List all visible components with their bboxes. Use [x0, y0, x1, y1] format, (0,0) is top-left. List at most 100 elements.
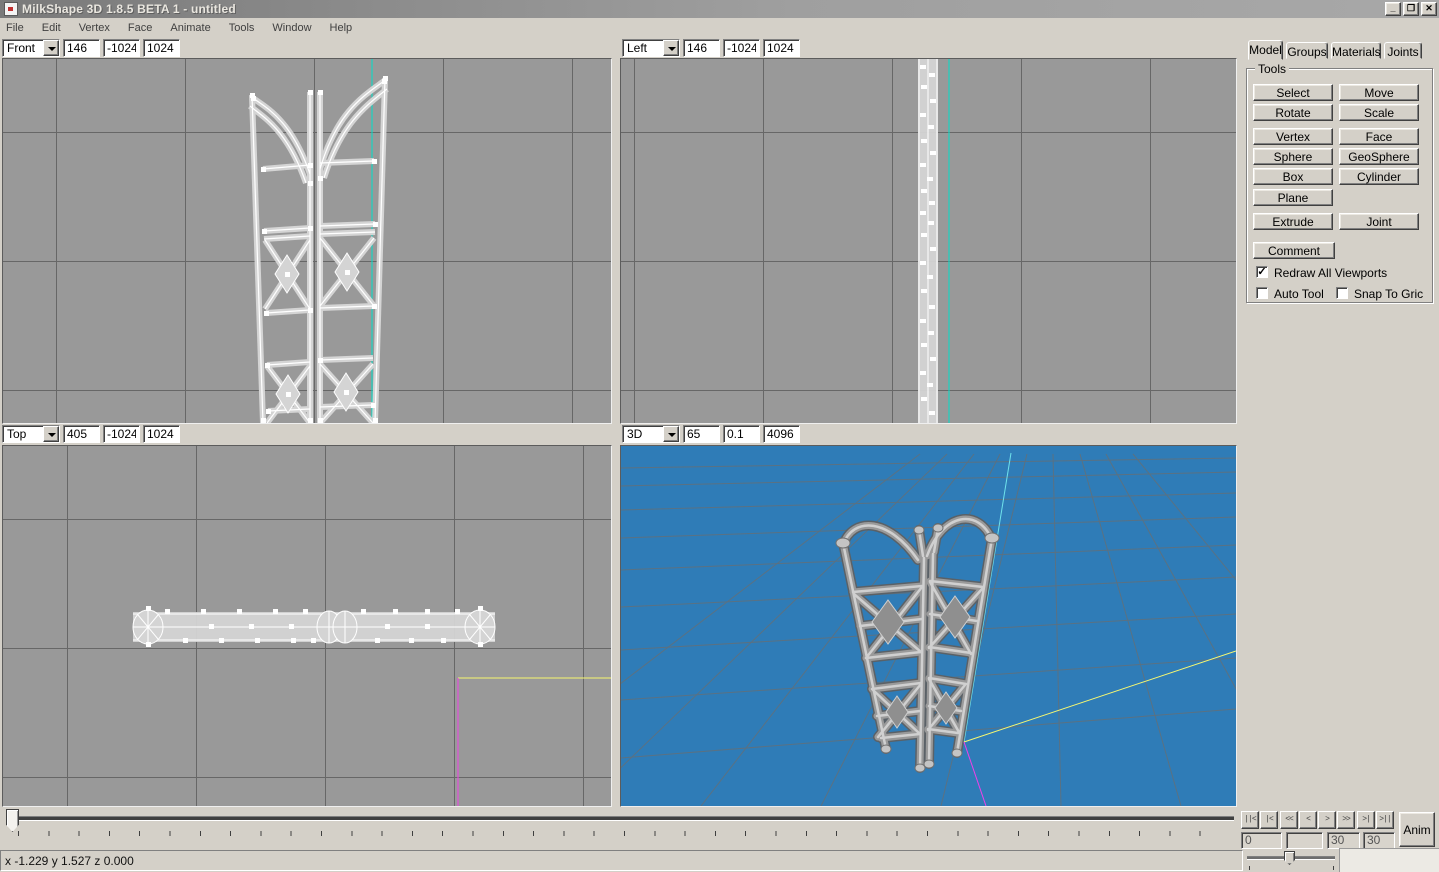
front-view-dropdown-button[interactable]: [43, 40, 59, 56]
face-button[interactable]: Face: [1339, 128, 1419, 145]
prev-keyframe-button-icon[interactable]: |<: [1260, 811, 1278, 829]
top-viewport-controls: Top: [2, 424, 180, 444]
3d-canvas: [621, 446, 1236, 806]
chevron-down-icon: [48, 47, 56, 51]
tools-groupbox-label: Tools: [1255, 62, 1289, 76]
top-near-field[interactable]: [103, 425, 140, 443]
go-first-frame-button-icon[interactable]: ||<: [1241, 811, 1259, 829]
front-view-select-value: Front: [7, 41, 35, 55]
left-far-field[interactable]: [763, 39, 800, 57]
menu-help[interactable]: Help: [330, 20, 362, 36]
front-view-select[interactable]: Front: [2, 39, 60, 57]
fps-field[interactable]: 30: [1363, 832, 1395, 849]
3d-view-select-value: 3D: [627, 427, 642, 441]
frame-field-2[interactable]: [1286, 832, 1323, 849]
rotate-button[interactable]: Rotate: [1253, 104, 1333, 121]
next-keyframe-button-icon[interactable]: >|: [1357, 811, 1375, 829]
menu-vertex[interactable]: Vertex: [79, 20, 119, 36]
title-bar: MilkShape 3D 1.8.5 BETA 1 - untitled _ ❐…: [0, 0, 1439, 18]
front-wireframe-canvas: [3, 59, 611, 423]
top-zoom-field[interactable]: [63, 425, 100, 443]
tab-joints[interactable]: Joints: [1384, 42, 1422, 59]
3d-view-select[interactable]: 3D: [622, 425, 680, 443]
comment-button[interactable]: Comment: [1253, 242, 1335, 259]
joint-button[interactable]: Joint: [1339, 213, 1419, 230]
milkshape-window: MilkShape 3D 1.8.5 BETA 1 - untitled _ ❐…: [0, 0, 1439, 872]
3d-view-dropdown-button[interactable]: [663, 426, 679, 442]
snap-to-grid-checkbox[interactable]: [1336, 287, 1348, 299]
left-view-select-value: Left: [627, 41, 647, 55]
left-wireframe-canvas: [621, 59, 1236, 423]
left-viewport[interactable]: [620, 58, 1237, 424]
3d-viewport[interactable]: [620, 445, 1237, 807]
snap-to-grid-label[interactable]: Snap To Gric: [1354, 287, 1423, 301]
cylinder-button[interactable]: Cylinder: [1339, 168, 1419, 185]
menu-tools[interactable]: Tools: [229, 20, 264, 36]
menu-window[interactable]: Window: [272, 20, 320, 36]
3d-fov-field[interactable]: [683, 425, 720, 443]
close-button-icon[interactable]: ✕: [1421, 2, 1437, 16]
bottom-right-panel: [1339, 848, 1439, 872]
minimize-button-icon[interactable]: _: [1385, 2, 1401, 16]
rewind-button-icon[interactable]: <<: [1280, 811, 1298, 829]
front-zoom-field[interactable]: [63, 39, 100, 57]
vertex-button[interactable]: Vertex: [1253, 128, 1333, 145]
status-bar: x -1.229 y 1.527 z 0.000: [0, 850, 1243, 871]
menu-face[interactable]: Face: [128, 20, 161, 36]
move-button[interactable]: Move: [1339, 84, 1419, 101]
timeline-ticks: [18, 831, 1230, 836]
top-wireframe-canvas: [3, 446, 611, 806]
coordinates-readout: x -1.229 y 1.527 z 0.000: [5, 854, 134, 868]
mini-slider-tick: [1249, 866, 1250, 870]
3d-far-field[interactable]: [763, 425, 800, 443]
go-last-frame-button-icon[interactable]: >||: [1376, 811, 1394, 829]
tab-materials[interactable]: Materials: [1331, 42, 1381, 59]
menu-animate[interactable]: Animate: [170, 20, 219, 36]
plane-button[interactable]: Plane: [1253, 189, 1333, 206]
tab-groups[interactable]: Groups: [1286, 42, 1328, 59]
sphere-button[interactable]: Sphere: [1253, 148, 1333, 165]
3d-near-field[interactable]: [723, 425, 760, 443]
top-far-field[interactable]: [143, 425, 180, 443]
left-zoom-field[interactable]: [683, 39, 720, 57]
left-near-field[interactable]: [723, 39, 760, 57]
scale-button[interactable]: Scale: [1339, 104, 1419, 121]
chevron-down-icon: [668, 433, 676, 437]
current-frame-field[interactable]: 0: [1241, 832, 1282, 849]
extrude-button[interactable]: Extrude: [1253, 213, 1333, 230]
top-viewport[interactable]: [2, 445, 612, 807]
mini-slider-thumb[interactable]: [1284, 851, 1295, 865]
restore-button-icon[interactable]: ❐: [1403, 2, 1419, 16]
auto-tool-checkbox[interactable]: [1256, 287, 1268, 299]
redraw-all-viewports-checkbox[interactable]: ✓: [1256, 266, 1268, 278]
chevron-down-icon: [48, 433, 56, 437]
chevron-down-icon: [668, 47, 676, 51]
step-back-button-icon[interactable]: <: [1299, 811, 1317, 829]
menu-edit[interactable]: Edit: [42, 20, 70, 36]
auto-tool-label[interactable]: Auto Tool: [1274, 287, 1324, 301]
left-view-select[interactable]: Left: [622, 39, 680, 57]
geosphere-button[interactable]: GeoSphere: [1339, 148, 1419, 165]
step-forward-button-icon[interactable]: >: [1318, 811, 1336, 829]
anim-toggle-button[interactable]: Anim: [1399, 812, 1435, 847]
front-viewport[interactable]: [2, 58, 612, 424]
front-viewport-controls: Front: [2, 38, 180, 58]
left-viewport-controls: Left: [622, 38, 800, 58]
menu-file[interactable]: File: [6, 20, 33, 36]
redraw-all-viewports-label[interactable]: Redraw All Viewports: [1274, 266, 1387, 280]
tab-model[interactable]: Model: [1248, 40, 1283, 60]
front-near-field[interactable]: [103, 39, 140, 57]
total-frames-field[interactable]: 30: [1327, 832, 1360, 849]
mini-slider-tick: [1333, 866, 1334, 870]
x-axis-line: [964, 651, 1236, 742]
top-view-select[interactable]: Top: [2, 425, 60, 443]
timeline-thumb[interactable]: [6, 809, 19, 832]
left-view-dropdown-button[interactable]: [663, 40, 679, 56]
top-view-dropdown-button[interactable]: [43, 426, 59, 442]
app-icon: [4, 2, 18, 16]
fast-forward-button-icon[interactable]: >>: [1337, 811, 1355, 829]
select-button[interactable]: Select: [1253, 84, 1333, 101]
box-button[interactable]: Box: [1253, 168, 1333, 185]
timeline-track[interactable]: [8, 816, 1234, 821]
front-far-field[interactable]: [143, 39, 180, 57]
